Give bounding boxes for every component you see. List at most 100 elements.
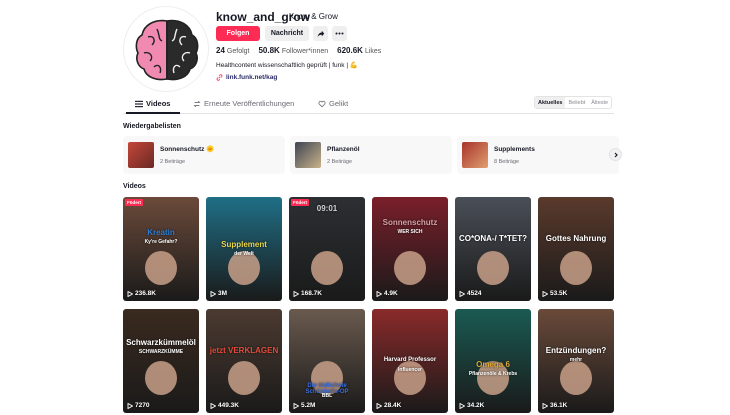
video-subcaption: Pflanzenöle & Krebs bbox=[468, 371, 518, 377]
video-view-count: 449.3K bbox=[210, 402, 239, 409]
brain-logo bbox=[135, 19, 199, 81]
video-view-count: 4524 bbox=[459, 290, 481, 297]
video-view-count: 36.1K bbox=[542, 402, 567, 409]
video-thumbnail[interactable]: Födert Kreatin Ky're Gefahr? 236.8K bbox=[123, 197, 199, 301]
view-count-label: 5.2M bbox=[301, 402, 316, 409]
video-caption: Omega 6 bbox=[476, 360, 510, 369]
video-thumbnail[interactable]: Födert 09:01 168.7K bbox=[289, 197, 365, 301]
sort-latest[interactable]: Aktuelles bbox=[535, 97, 566, 108]
video-caption: Schwarzkümmelöl bbox=[126, 338, 196, 347]
playlist-thumbnail bbox=[128, 142, 154, 168]
video-thumbnail[interactable]: Supplement der Welt 3M bbox=[206, 197, 282, 301]
playlist-count: 2 Beiträge bbox=[160, 159, 186, 165]
sort-popular[interactable]: Beliebt bbox=[565, 97, 588, 108]
playlist-count: 8 Beiträge bbox=[494, 158, 520, 165]
playlist-count: 2 Beiträge bbox=[327, 158, 353, 165]
person-silhouette bbox=[560, 361, 592, 395]
video-caption: Kreatin bbox=[147, 228, 175, 237]
person-silhouette bbox=[145, 361, 177, 395]
view-count-label: 7270 bbox=[135, 402, 150, 409]
view-count-label: 34.2K bbox=[467, 402, 485, 409]
message-button[interactable]: Nachricht bbox=[265, 26, 309, 41]
stat-likes: 620.6K Likes bbox=[337, 46, 382, 55]
sort-toggle: Aktuelles Beliebt Älteste bbox=[534, 96, 613, 109]
video-subcaption: BBL bbox=[321, 393, 333, 399]
sponsored-badge: Födert bbox=[125, 199, 143, 206]
video-subcaption: Ky're Gefahr? bbox=[144, 239, 178, 245]
video-thumbnail[interactable]: Omega 6 Pflanzenöle & Krebs 34.2K bbox=[455, 309, 531, 413]
stat-following[interactable]: 24 Gefolgt bbox=[216, 46, 249, 55]
profile-nickname: Know & Grow bbox=[289, 12, 338, 21]
video-thumbnail[interactable]: jetzt VERKLAGEN 449.3K bbox=[206, 309, 282, 413]
view-count-label: 4.9K bbox=[384, 290, 398, 297]
video-subcaption: Influencer bbox=[398, 367, 422, 373]
person-silhouette bbox=[394, 251, 426, 285]
video-thumbnail[interactable]: Gottes Nahrung 53.5K bbox=[538, 197, 614, 301]
chevron-right-icon bbox=[614, 152, 618, 157]
video-view-count: 3M bbox=[210, 290, 227, 297]
playlist-title: Supplements bbox=[494, 145, 535, 153]
ellipsis-icon bbox=[335, 32, 344, 35]
play-icon bbox=[127, 402, 133, 409]
play-icon bbox=[459, 402, 465, 409]
video-thumbnail[interactable]: CO*ONA-/ T*TET? 4524 bbox=[455, 197, 531, 301]
profile-avatar[interactable] bbox=[123, 6, 209, 92]
person-silhouette bbox=[560, 251, 592, 285]
video-thumbnail[interactable]: Sonnenschutz WER SICH 4.9K bbox=[372, 197, 448, 301]
share-button[interactable] bbox=[313, 26, 328, 41]
playlists-heading: Wiedergabelisten bbox=[123, 123, 181, 130]
video-thumbnail[interactable]: Die tödlichste Schönheits-OP BBL 5.2M bbox=[289, 309, 365, 413]
playlist-card[interactable]: Sonnenschutz 🌞 2 Beiträge bbox=[123, 136, 285, 174]
playlist-next-button[interactable] bbox=[609, 148, 622, 161]
video-background bbox=[455, 197, 531, 301]
person-silhouette bbox=[145, 251, 177, 285]
video-view-count: 34.2K bbox=[459, 402, 484, 409]
playlist-title: Pflanzenöl bbox=[327, 145, 360, 153]
video-caption: Supplement bbox=[221, 240, 267, 249]
playlist-thumbnail bbox=[295, 142, 321, 168]
repost-icon bbox=[193, 100, 201, 107]
video-thumbnail[interactable]: Harvard Professor Influencer 28.4K bbox=[372, 309, 448, 413]
video-view-count: 28.4K bbox=[376, 402, 401, 409]
video-caption: jetzt VERKLAGEN bbox=[209, 346, 279, 355]
play-icon bbox=[210, 402, 216, 409]
video-view-count: 4.9K bbox=[376, 290, 398, 297]
active-tab-indicator bbox=[126, 112, 180, 114]
play-icon bbox=[293, 290, 299, 297]
view-count-label: 3M bbox=[218, 290, 228, 297]
video-view-count: 5.2M bbox=[293, 402, 315, 409]
play-icon bbox=[542, 290, 548, 297]
playlist-card[interactable]: Pflanzenöl 2 Beiträge bbox=[290, 136, 452, 174]
video-caption: Sonnenschutz bbox=[382, 218, 438, 227]
profile-bio: Healthcontent wissenschaftlich geprüft |… bbox=[216, 62, 358, 69]
view-count-label: 168.7K bbox=[301, 290, 322, 297]
tab-liked[interactable]: Gelikt bbox=[318, 99, 348, 108]
person-silhouette bbox=[228, 361, 260, 395]
view-count-label: 36.1K bbox=[550, 402, 568, 409]
video-caption: Harvard Professor bbox=[383, 357, 437, 363]
video-caption: Entzündungen? bbox=[545, 346, 607, 355]
play-icon bbox=[376, 402, 382, 409]
view-count-label: 236.8K bbox=[135, 290, 156, 297]
video-subcaption: WER SICH bbox=[397, 229, 423, 235]
videos-heading: Videos bbox=[123, 183, 146, 190]
sort-oldest[interactable]: Älteste bbox=[588, 97, 611, 108]
tab-reposts[interactable]: Erneute Veröffentlichungen bbox=[193, 99, 294, 108]
playlist-card[interactable]: Supplements 8 Beiträge bbox=[457, 136, 619, 174]
profile-link[interactable]: link.funk.net/kag bbox=[216, 74, 277, 81]
video-view-count: 53.5K bbox=[542, 290, 567, 297]
video-thumbnail[interactable]: Entzündungen? mehr 36.1K bbox=[538, 309, 614, 413]
person-silhouette bbox=[311, 251, 343, 285]
person-silhouette bbox=[477, 251, 509, 285]
tab-videos[interactable]: Videos bbox=[135, 99, 170, 108]
more-options-button[interactable] bbox=[332, 26, 347, 41]
video-background bbox=[538, 197, 614, 301]
video-thumbnail[interactable]: Schwarzkümmelöl SCHWARZKÜMME 7270 bbox=[123, 309, 199, 413]
follow-button[interactable]: Folgen bbox=[216, 26, 260, 41]
playlist-title: Sonnenschutz 🌞 bbox=[160, 146, 215, 153]
heart-icon bbox=[318, 100, 326, 107]
play-icon bbox=[376, 290, 382, 297]
video-caption: 09:01 bbox=[316, 204, 338, 213]
stat-followers[interactable]: 50.8K Follower*innen bbox=[258, 46, 328, 55]
video-view-count: 168.7K bbox=[293, 290, 322, 297]
